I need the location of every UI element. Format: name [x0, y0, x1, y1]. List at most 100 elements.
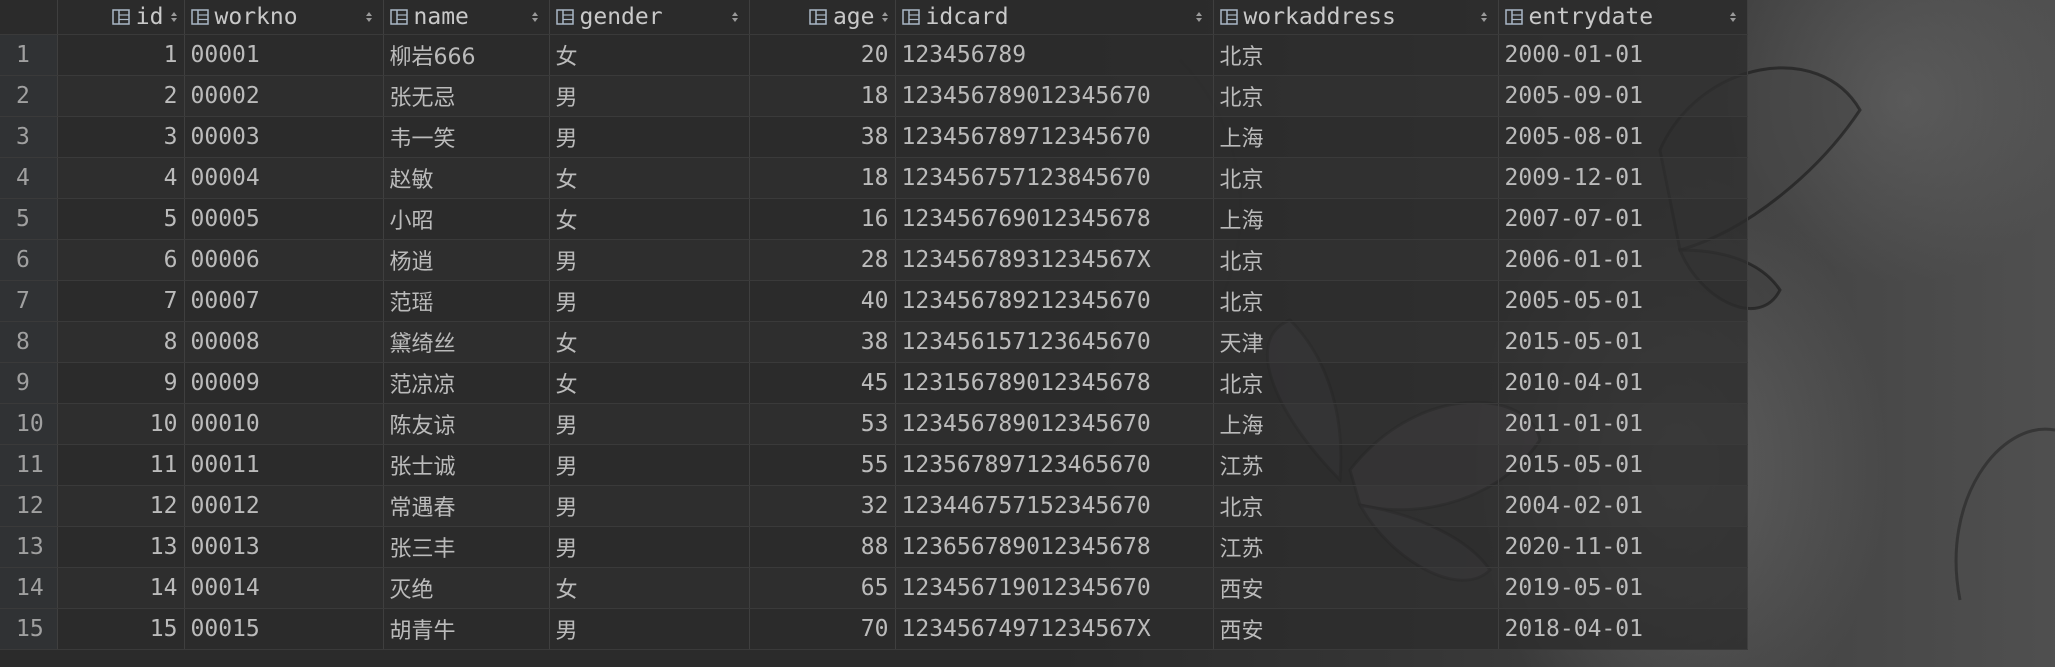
cell-idcard[interactable]: 123156789012345678: [895, 362, 1214, 404]
cell-age[interactable]: 16: [749, 198, 896, 240]
cell-name[interactable]: 韦一笑: [383, 116, 550, 158]
cell-entrydate[interactable]: 2006-01-01: [1498, 239, 1748, 281]
row-number[interactable]: 13: [0, 526, 58, 568]
cell-age[interactable]: 38: [749, 321, 896, 363]
cell-age[interactable]: 40: [749, 280, 896, 322]
cell-workno[interactable]: 00008: [184, 321, 384, 363]
cell-entrydate[interactable]: 2005-05-01: [1498, 280, 1748, 322]
column-header-id[interactable]: id: [57, 0, 185, 35]
cell-workaddress[interactable]: 上海: [1213, 198, 1499, 240]
cell-entrydate[interactable]: 2018-04-01: [1498, 608, 1748, 650]
row-number[interactable]: 1: [0, 34, 58, 76]
cell-workaddress[interactable]: 江苏: [1213, 444, 1499, 486]
row-number[interactable]: 6: [0, 239, 58, 281]
cell-workno[interactable]: 00001: [184, 34, 384, 76]
cell-age[interactable]: 55: [749, 444, 896, 486]
cell-workno[interactable]: 00006: [184, 239, 384, 281]
cell-workno[interactable]: 00011: [184, 444, 384, 486]
cell-workno[interactable]: 00003: [184, 116, 384, 158]
cell-id[interactable]: 11: [57, 444, 185, 486]
cell-idcard[interactable]: 123456157123645670: [895, 321, 1214, 363]
column-header-workaddress[interactable]: workaddress: [1213, 0, 1499, 35]
cell-name[interactable]: 张三丰: [383, 526, 550, 568]
cell-idcard[interactable]: 123456719012345670: [895, 567, 1214, 609]
table-row[interactable]: 4 4 00004 赵敏女 18 123456757123845670 北京 2009-12-…: [0, 157, 1748, 199]
cell-name[interactable]: 柳岩666: [383, 34, 550, 76]
cell-idcard[interactable]: 123567897123465670: [895, 444, 1214, 486]
cell-entrydate[interactable]: 2005-09-01: [1498, 75, 1748, 117]
cell-gender[interactable]: 女: [549, 157, 750, 199]
row-number[interactable]: 10: [0, 403, 58, 445]
sort-icon[interactable]: [1195, 9, 1203, 25]
table-row[interactable]: 7 7 00007 范瑶男 40 123456789212345670 北京 2005-05-…: [0, 280, 1748, 322]
cell-gender[interactable]: 男: [549, 75, 750, 117]
cell-entrydate[interactable]: 2010-04-01: [1498, 362, 1748, 404]
table-row[interactable]: 9 9 00009 范凉凉女 45 123156789012345678 北京 2010-04…: [0, 362, 1748, 404]
cell-age[interactable]: 88: [749, 526, 896, 568]
cell-workno[interactable]: 00015: [184, 608, 384, 650]
cell-id[interactable]: 5: [57, 198, 185, 240]
table-row[interactable]: 14 14 00014 灭绝女 65 123456719012345670 西安 2019-0…: [0, 567, 1748, 609]
cell-idcard[interactable]: 123456789: [895, 34, 1214, 76]
cell-entrydate[interactable]: 2007-07-01: [1498, 198, 1748, 240]
cell-name[interactable]: 范凉凉: [383, 362, 550, 404]
row-number[interactable]: 15: [0, 608, 58, 650]
cell-workaddress[interactable]: 西安: [1213, 608, 1499, 650]
row-number[interactable]: 9: [0, 362, 58, 404]
cell-id[interactable]: 13: [57, 526, 185, 568]
column-header-age[interactable]: age: [749, 0, 896, 35]
cell-gender[interactable]: 女: [549, 362, 750, 404]
table-row[interactable]: 13 13 00013 张三丰男 88 123656789012345678 江苏 2020-…: [0, 526, 1748, 568]
cell-age[interactable]: 53: [749, 403, 896, 445]
cell-id[interactable]: 6: [57, 239, 185, 281]
cell-id[interactable]: 10: [57, 403, 185, 445]
cell-id[interactable]: 2: [57, 75, 185, 117]
cell-workno[interactable]: 00004: [184, 157, 384, 199]
cell-idcard[interactable]: 123446757152345670: [895, 485, 1214, 527]
cell-name[interactable]: 黛绮丝: [383, 321, 550, 363]
cell-gender[interactable]: 男: [549, 485, 750, 527]
column-header-name[interactable]: name: [383, 0, 550, 35]
cell-gender[interactable]: 男: [549, 444, 750, 486]
sort-icon[interactable]: [365, 9, 373, 25]
cell-gender[interactable]: 女: [549, 198, 750, 240]
cell-idcard[interactable]: 123456757123845670: [895, 157, 1214, 199]
row-number[interactable]: 7: [0, 280, 58, 322]
cell-id[interactable]: 4: [57, 157, 185, 199]
cell-workno[interactable]: 00009: [184, 362, 384, 404]
cell-workaddress[interactable]: 北京: [1213, 75, 1499, 117]
cell-age[interactable]: 18: [749, 157, 896, 199]
table-row[interactable]: 5 5 00005 小昭女 16 123456769012345678 上海 2007-07-…: [0, 198, 1748, 240]
cell-workaddress[interactable]: 北京: [1213, 157, 1499, 199]
cell-workaddress[interactable]: 江苏: [1213, 526, 1499, 568]
row-number[interactable]: 4: [0, 157, 58, 199]
cell-name[interactable]: 灭绝: [383, 567, 550, 609]
row-number[interactable]: 3: [0, 116, 58, 158]
table-row[interactable]: 10 10 00010 陈友谅男 53 123456789012345670 上海 2011-…: [0, 403, 1748, 445]
row-number[interactable]: 2: [0, 75, 58, 117]
cell-workaddress[interactable]: 上海: [1213, 116, 1499, 158]
cell-gender[interactable]: 女: [549, 567, 750, 609]
cell-workaddress[interactable]: 北京: [1213, 362, 1499, 404]
cell-workaddress[interactable]: 北京: [1213, 280, 1499, 322]
cell-workno[interactable]: 00005: [184, 198, 384, 240]
cell-workaddress[interactable]: 北京: [1213, 239, 1499, 281]
cell-workno[interactable]: 00013: [184, 526, 384, 568]
cell-name[interactable]: 杨逍: [383, 239, 550, 281]
cell-gender[interactable]: 女: [549, 321, 750, 363]
table-row[interactable]: 11 11 00011 张士诚男 55 123567897123465670 江苏 2015-…: [0, 444, 1748, 486]
cell-entrydate[interactable]: 2020-11-01: [1498, 526, 1748, 568]
cell-entrydate[interactable]: 2015-05-01: [1498, 444, 1748, 486]
cell-name[interactable]: 赵敏: [383, 157, 550, 199]
cell-gender[interactable]: 男: [549, 608, 750, 650]
row-number[interactable]: 11: [0, 444, 58, 486]
cell-workno[interactable]: 00014: [184, 567, 384, 609]
cell-name[interactable]: 常遇春: [383, 485, 550, 527]
cell-age[interactable]: 32: [749, 485, 896, 527]
cell-id[interactable]: 7: [57, 280, 185, 322]
row-number[interactable]: 5: [0, 198, 58, 240]
cell-idcard[interactable]: 123456789212345670: [895, 280, 1214, 322]
cell-id[interactable]: 15: [57, 608, 185, 650]
cell-gender[interactable]: 女: [549, 34, 750, 76]
table-row[interactable]: 12 12 00012 常遇春男 32 123446757152345670 北京 2004-…: [0, 485, 1748, 527]
